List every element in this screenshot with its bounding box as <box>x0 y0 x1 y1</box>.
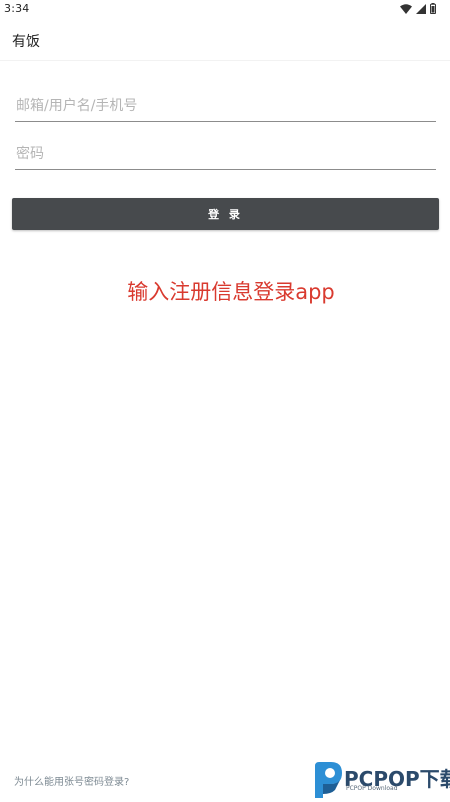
watermark-sub: PCPOP Download <box>346 785 398 792</box>
app-title: 有饭 <box>12 34 40 50</box>
wifi-icon <box>400 3 412 14</box>
signal-icon <box>416 3 426 14</box>
password-field-container <box>15 138 438 170</box>
account-field-container <box>15 90 438 122</box>
annotation-text: 输入注册信息登录app <box>127 280 335 304</box>
battery-icon <box>430 3 436 14</box>
password-input[interactable] <box>15 138 438 169</box>
watermark: PCPOP下载 PCPOP Download <box>311 760 450 800</box>
help-link[interactable]: 为什么能用张号密码登录? <box>14 773 129 788</box>
status-bar: 3:34 <box>0 0 450 18</box>
status-icons <box>400 3 436 14</box>
account-input[interactable] <box>15 90 438 121</box>
pcpop-logo-icon <box>315 762 342 798</box>
status-time: 3:34 <box>4 2 30 15</box>
login-button[interactable]: 登 录 <box>12 198 439 230</box>
app-bar: 有饭 <box>0 18 450 61</box>
